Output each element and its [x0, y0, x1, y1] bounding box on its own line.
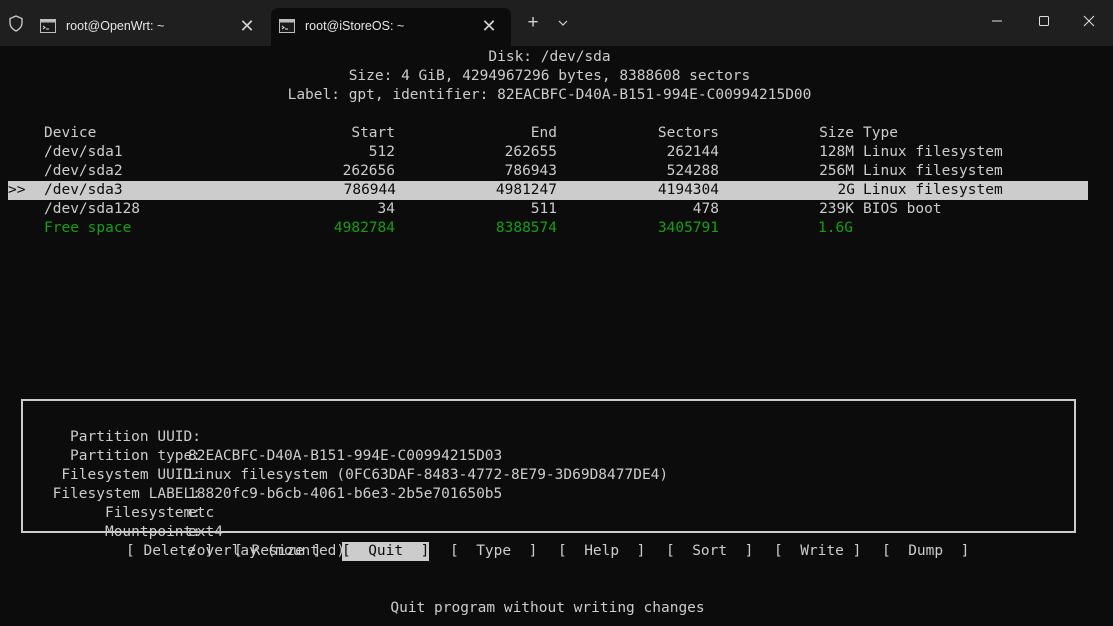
tab-label: root@OpenWrt: ~ — [66, 19, 165, 33]
row-type: Linux filesystem — [863, 163, 1003, 179]
detail-row: Mountpoint: /overlay (mounted) — [23, 504, 1073, 559]
row-end: 8388574 — [495, 220, 557, 236]
shield-icon[interactable] — [8, 15, 24, 32]
close-tab-icon[interactable]: ✕ — [237, 16, 257, 36]
row-device: /dev/sda2 — [44, 163, 123, 179]
status-hint: Quit program without writing changes — [390, 600, 705, 616]
help-button[interactable]: [ Help ] — [558, 542, 645, 561]
selection-marker: >> — [8, 182, 26, 198]
detail-row: Partition UUID: 82EACBFC-D40A-B151-994E-… — [23, 409, 1073, 464]
row-device: Free space — [44, 220, 132, 236]
maximize-button[interactable] — [1028, 8, 1060, 34]
row-type: Linux filesystem — [863, 144, 1003, 160]
chevron-down-icon[interactable] — [554, 14, 572, 32]
partition-details-box: Partition UUID: 82EACBFC-D40A-B151-994E-… — [21, 399, 1076, 559]
row-size: 128M — [819, 144, 854, 160]
close-icon — [1083, 15, 1095, 27]
row-size: 256M — [819, 163, 854, 179]
resize-button[interactable]: [ Resize ] — [234, 542, 321, 561]
type-button[interactable]: [ Type ] — [450, 542, 537, 561]
column-device: Device — [44, 125, 97, 141]
row-start: 512 — [368, 144, 395, 160]
tab-openwrt[interactable]: root@OpenWrt: ~ ✕ — [32, 8, 269, 46]
sort-button[interactable]: [ Sort ] — [666, 542, 753, 561]
title-bar: root@OpenWrt: ~ ✕ root@iStoreOS: ~ ✕ + — [0, 0, 1113, 46]
maximize-icon — [1039, 16, 1049, 26]
row-device: /dev/sda3 — [44, 182, 123, 198]
column-start: Start — [351, 125, 395, 141]
column-size: Size — [819, 125, 854, 141]
row-start: 262656 — [342, 163, 395, 179]
close-window-button[interactable] — [1073, 8, 1105, 34]
row-size: 1.6G — [818, 220, 853, 236]
row-end: 786943 — [504, 163, 557, 179]
row-sectors: 262144 — [666, 144, 719, 160]
delete-button[interactable]: [ Delete ] — [126, 542, 213, 561]
row-start: 34 — [377, 201, 395, 217]
tab-istoreos[interactable]: root@iStoreOS: ~ ✕ — [271, 8, 511, 46]
terminal-icon — [279, 19, 295, 33]
new-tab-button[interactable]: + — [522, 12, 544, 34]
column-end: End — [530, 125, 557, 141]
minimize-icon — [992, 20, 1002, 22]
row-sectors: 4194304 — [657, 182, 719, 198]
table-row[interactable]: /dev/sda2 262656 786943 524288 256M Linu… — [0, 162, 1113, 181]
table-row[interactable]: /dev/sda128 34 511 478 239K BIOS boot — [0, 200, 1113, 219]
row-end: 4981247 — [495, 182, 557, 198]
quit-button[interactable]: [ Quit ] — [342, 542, 430, 561]
tab-label: root@iStoreOS: ~ — [305, 19, 405, 33]
row-size: 239K — [819, 201, 854, 217]
column-sectors: Sectors — [657, 125, 719, 141]
row-type: Linux filesystem — [863, 182, 1003, 198]
detail-row: Filesystem UUID: 18820fc9-b6cb-4061-b6e3… — [23, 447, 1073, 502]
disk-header: Disk: /dev/sda — [488, 49, 611, 65]
table-row-free-space[interactable]: Free space 4982784 8388574 3405791 1.6G — [0, 219, 1113, 238]
row-end: 262655 — [504, 144, 557, 160]
detail-row: Partition type: Linux filesystem (0FC63D… — [23, 428, 1073, 483]
row-sectors: 524288 — [666, 163, 719, 179]
disk-size-line: Size: 4 GiB, 4294967296 bytes, 8388608 s… — [348, 68, 751, 84]
table-header: Device Start End Sectors Size Type — [0, 124, 1113, 143]
row-sectors: 478 — [692, 201, 719, 217]
disk-label-line: Label: gpt, identifier: 82EACBFC-D40A-B1… — [287, 87, 812, 103]
row-start: 786944 — [343, 182, 396, 198]
row-start: 4982784 — [333, 220, 395, 236]
table-row[interactable]: /dev/sda1 512 262655 262144 128M Linux f… — [0, 143, 1113, 162]
row-sectors: 3405791 — [657, 220, 719, 236]
detail-row: Filesystem: ext4 — [23, 485, 1073, 540]
row-device: /dev/sda128 — [44, 201, 141, 217]
row-type: BIOS boot — [863, 201, 942, 217]
row-device: /dev/sda1 — [44, 144, 123, 160]
close-tab-icon[interactable]: ✕ — [479, 16, 499, 36]
write-button[interactable]: [ Write ] — [774, 542, 861, 561]
minimize-button[interactable] — [981, 8, 1013, 34]
detail-row: Filesystem LABEL: etc — [23, 466, 1073, 521]
dump-button[interactable]: [ Dump ] — [882, 542, 969, 561]
detail-key: Mountpoint: — [104, 524, 201, 540]
terminal-icon — [40, 19, 56, 33]
column-type: Type — [863, 125, 898, 141]
row-end: 511 — [530, 201, 557, 217]
table-row-selected[interactable]: >> /dev/sda3 786944 4981247 4194304 2G L… — [8, 181, 1088, 200]
row-size: 2G — [837, 182, 855, 198]
action-menu: [ Delete ] [ Resize ] [ Quit ] [ Type ] … — [0, 542, 1113, 561]
